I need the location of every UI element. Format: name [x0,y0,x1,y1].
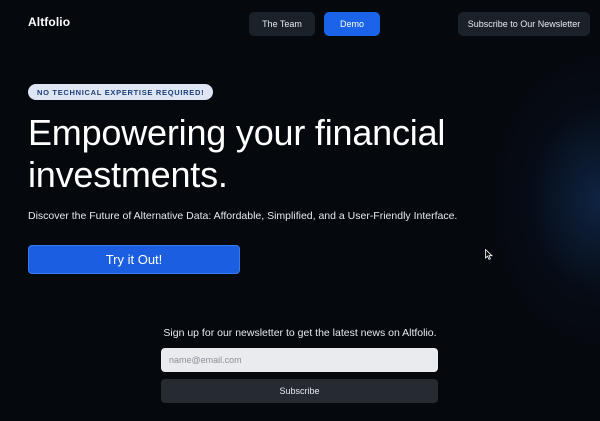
try-it-out-button[interactable]: Try it Out! [28,245,240,274]
hero-headline: Empowering your financial investments. [28,112,446,195]
newsletter-text: Sign up for our newsletter to get the la… [163,327,437,339]
newsletter-email-input[interactable] [161,348,438,372]
nav-team-button[interactable]: The Team [249,12,315,36]
hero-subheadline: Discover the Future of Alternative Data:… [28,210,458,222]
logo[interactable]: Altfolio [28,15,70,29]
mouse-pointer-icon [485,249,493,260]
newsletter-subscribe-button[interactable]: Subscribe [161,379,438,403]
nav-subscribe-button[interactable]: Subscribe to Our Newsletter [458,12,590,36]
nav-demo-button[interactable]: Demo [324,12,380,36]
hero-badge: NO TECHNICAL EXPERTISE REQUIRED! [28,84,214,100]
page: Altfolio The Team Demo Subscribe to Our … [0,0,600,421]
